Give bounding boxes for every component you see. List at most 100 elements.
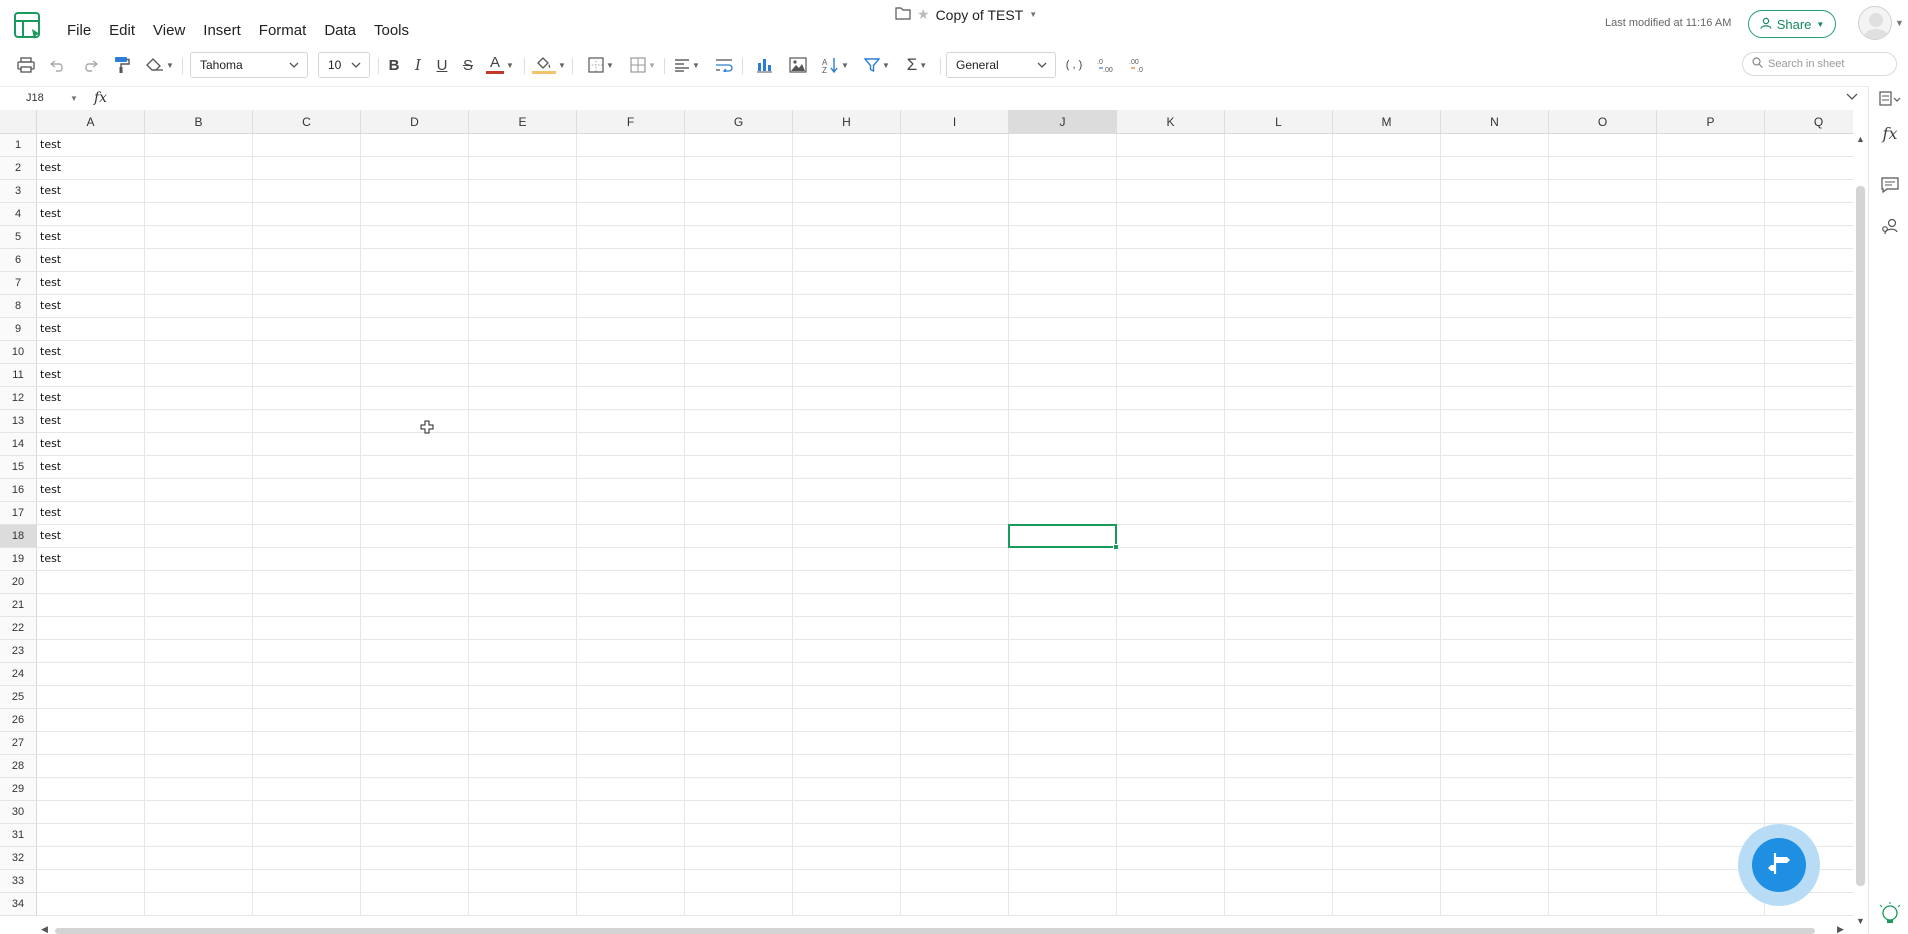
- cell[interactable]: [901, 479, 1009, 502]
- cell[interactable]: [1441, 387, 1549, 410]
- cell[interactable]: [1549, 755, 1657, 778]
- row-header[interactable]: 33: [0, 870, 37, 893]
- row-header[interactable]: 2: [0, 157, 37, 180]
- cell[interactable]: [1549, 640, 1657, 663]
- cell[interactable]: [1333, 456, 1441, 479]
- cell[interactable]: [577, 272, 685, 295]
- cell[interactable]: [1441, 571, 1549, 594]
- cell[interactable]: [1441, 134, 1549, 157]
- cell[interactable]: [901, 157, 1009, 180]
- cell[interactable]: [1657, 617, 1765, 640]
- cell[interactable]: [1549, 709, 1657, 732]
- cell[interactable]: [1009, 594, 1117, 617]
- cell[interactable]: [469, 249, 577, 272]
- column-header[interactable]: O: [1549, 110, 1657, 134]
- cell[interactable]: [793, 686, 901, 709]
- cell[interactable]: [361, 203, 469, 226]
- cell[interactable]: [577, 824, 685, 847]
- font-color-button[interactable]: A ▼: [484, 53, 516, 77]
- paint-format-icon[interactable]: [110, 53, 134, 77]
- cell[interactable]: [1549, 318, 1657, 341]
- cell[interactable]: [1225, 272, 1333, 295]
- cell[interactable]: [1117, 893, 1225, 916]
- cell[interactable]: [1225, 755, 1333, 778]
- cell[interactable]: [1441, 686, 1549, 709]
- row-header[interactable]: 22: [0, 617, 37, 640]
- cell[interactable]: [1549, 203, 1657, 226]
- cell[interactable]: [469, 801, 577, 824]
- cell[interactable]: [361, 272, 469, 295]
- cell[interactable]: [145, 433, 253, 456]
- row-header[interactable]: 32: [0, 847, 37, 870]
- cell[interactable]: [1225, 456, 1333, 479]
- cell[interactable]: [253, 479, 361, 502]
- sort-icon[interactable]: AZ ▼: [818, 53, 852, 77]
- cell[interactable]: [253, 594, 361, 617]
- row-header[interactable]: 21: [0, 594, 37, 617]
- cell[interactable]: [469, 318, 577, 341]
- cell[interactable]: [1657, 387, 1765, 410]
- cell[interactable]: [577, 387, 685, 410]
- cell[interactable]: [253, 134, 361, 157]
- cell[interactable]: [469, 870, 577, 893]
- cell[interactable]: [1333, 364, 1441, 387]
- cell[interactable]: [1441, 180, 1549, 203]
- menu-file[interactable]: File: [58, 20, 100, 41]
- horizontal-scrollbar[interactable]: ◀ ▶: [37, 924, 1853, 934]
- cell[interactable]: [1549, 410, 1657, 433]
- cell[interactable]: [145, 778, 253, 801]
- cell[interactable]: [793, 157, 901, 180]
- cell[interactable]: [1441, 617, 1549, 640]
- cell[interactable]: [361, 686, 469, 709]
- cell[interactable]: [145, 571, 253, 594]
- borders-icon[interactable]: ▼: [584, 53, 618, 77]
- cell[interactable]: [901, 295, 1009, 318]
- row-header[interactable]: 6: [0, 249, 37, 272]
- row-header[interactable]: 28: [0, 755, 37, 778]
- avatar[interactable]: [1858, 6, 1892, 40]
- cell[interactable]: [37, 594, 145, 617]
- cell[interactable]: [901, 755, 1009, 778]
- cell[interactable]: [901, 502, 1009, 525]
- cell[interactable]: [901, 663, 1009, 686]
- cell[interactable]: [1765, 203, 1853, 226]
- cell[interactable]: [1117, 479, 1225, 502]
- cell[interactable]: [685, 226, 793, 249]
- cell[interactable]: [1657, 801, 1765, 824]
- cell[interactable]: [1117, 847, 1225, 870]
- cell[interactable]: [901, 525, 1009, 548]
- align-left-icon[interactable]: ▼: [670, 53, 704, 77]
- cell[interactable]: [685, 686, 793, 709]
- column-header[interactable]: M: [1333, 110, 1441, 134]
- cell[interactable]: [253, 295, 361, 318]
- cell[interactable]: [1333, 594, 1441, 617]
- cell[interactable]: [1117, 824, 1225, 847]
- cell[interactable]: [685, 456, 793, 479]
- cell[interactable]: [361, 709, 469, 732]
- cell[interactable]: test: [37, 249, 145, 272]
- cell[interactable]: [577, 157, 685, 180]
- cell[interactable]: [1009, 525, 1117, 548]
- cell[interactable]: [469, 433, 577, 456]
- cell[interactable]: test: [37, 134, 145, 157]
- cell[interactable]: [1009, 341, 1117, 364]
- cell[interactable]: [577, 778, 685, 801]
- cell[interactable]: [1549, 525, 1657, 548]
- cell[interactable]: [1117, 709, 1225, 732]
- merge-cells-icon[interactable]: ▼: [626, 53, 660, 77]
- cell[interactable]: [253, 548, 361, 571]
- increase-decimal-icon[interactable]: .0.00: [1094, 53, 1118, 77]
- cell[interactable]: [361, 732, 469, 755]
- cell[interactable]: [793, 456, 901, 479]
- link-people-icon[interactable]: [1879, 216, 1901, 238]
- cell[interactable]: [37, 640, 145, 663]
- row-header[interactable]: 27: [0, 732, 37, 755]
- formula-input[interactable]: [120, 87, 1840, 111]
- row-header[interactable]: 13: [0, 410, 37, 433]
- cell[interactable]: [145, 755, 253, 778]
- cell[interactable]: [1765, 548, 1853, 571]
- cell[interactable]: [361, 824, 469, 847]
- row-header[interactable]: 9: [0, 318, 37, 341]
- search-input[interactable]: Search in sheet: [1742, 52, 1897, 76]
- cell[interactable]: [1549, 433, 1657, 456]
